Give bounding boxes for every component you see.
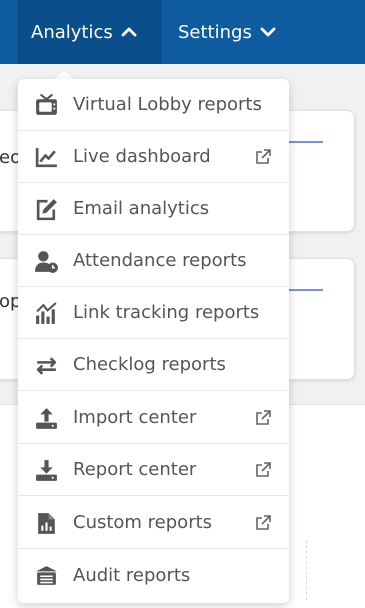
nav-analytics[interactable]: Analytics — [18, 0, 162, 64]
menu-item-label: Link tracking reports — [73, 302, 260, 323]
archive-icon — [36, 566, 57, 585]
menu-item-checklog-reports[interactable]: Checklog reports — [18, 339, 289, 391]
menu-item-label: Checklog reports — [73, 354, 226, 375]
nav-settings[interactable]: Settings — [178, 0, 276, 64]
menu-item-label: Email analytics — [73, 198, 210, 219]
menu-item-custom-reports[interactable]: Custom reports — [18, 497, 289, 549]
chevron-up-icon — [121, 27, 137, 37]
link-chart-icon — [36, 302, 57, 324]
menu-item-email-analytics[interactable]: Email analytics — [18, 183, 289, 235]
external-link-icon[interactable] — [254, 148, 272, 166]
top-nav-bar: Analytics Settings — [0, 0, 365, 64]
edit-icon — [36, 199, 57, 221]
external-link-icon[interactable] — [254, 409, 272, 427]
external-link-icon[interactable] — [254, 514, 272, 532]
menu-item-label: Live dashboard — [73, 146, 211, 167]
menu-item-link-tracking-reports[interactable]: Link tracking reports — [18, 287, 289, 339]
analytics-dropdown-menu: Virtual Lobby reports Live dashboard Ema… — [18, 79, 289, 603]
menu-item-report-center[interactable]: Report center — [18, 444, 289, 496]
user-clock-icon — [35, 251, 58, 273]
file-chart-icon — [38, 513, 55, 534]
external-link-icon[interactable] — [254, 461, 272, 479]
menu-item-label: Custom reports — [73, 512, 213, 533]
nav-settings-label: Settings — [178, 21, 252, 43]
upload-icon — [36, 408, 57, 429]
tv-icon — [36, 94, 57, 115]
menu-item-audit-reports[interactable]: Audit reports — [18, 549, 289, 601]
menu-item-live-dashboard[interactable]: Live dashboard — [18, 131, 289, 183]
download-icon — [36, 460, 57, 481]
menu-item-label: Virtual Lobby reports — [73, 94, 262, 115]
menu-item-label: Import center — [73, 407, 197, 428]
divider-dashed — [306, 540, 307, 600]
menu-item-virtual-lobby-reports[interactable]: Virtual Lobby reports — [18, 79, 289, 131]
line-chart-icon — [35, 148, 57, 168]
menu-item-attendance-reports[interactable]: Attendance reports — [18, 235, 289, 287]
exchange-icon — [36, 357, 57, 375]
menu-item-label: Attendance reports — [73, 250, 247, 271]
menu-item-label: Audit reports — [73, 564, 191, 586]
chevron-down-icon — [260, 27, 276, 37]
nav-analytics-label: Analytics — [31, 21, 113, 43]
menu-item-label: Report center — [73, 459, 197, 480]
menu-item-import-center[interactable]: Import center — [18, 392, 289, 444]
